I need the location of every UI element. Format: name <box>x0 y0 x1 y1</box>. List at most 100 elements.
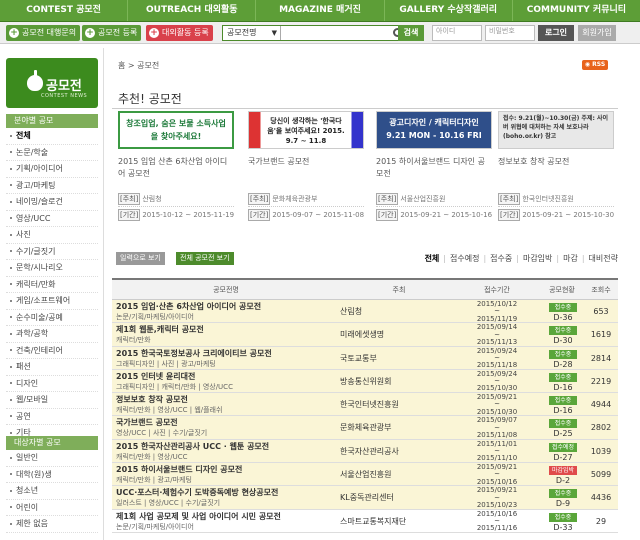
sidebar-target-item[interactable]: 대학(원)생 <box>6 467 98 483</box>
table-row[interactable]: 제1회 사업 공모제 및 사업 아이디어 시민 공모전 논문/기획/마케팅/아이디… <box>112 509 618 533</box>
outreach-register-button[interactable]: + 대외활동 등록 <box>146 25 213 41</box>
separator: | <box>581 254 585 263</box>
card-title[interactable]: 2015 입업 산촌 6차산업 아이디어 공모전 <box>118 156 234 180</box>
sidebar-category-item[interactable]: 순수미술/공예 <box>6 310 98 326</box>
search-category-select[interactable]: 공모전명 ▼ <box>223 26 281 40</box>
id-field[interactable]: 아이디 <box>432 25 482 41</box>
card-title[interactable]: 정보보호 창작 공모전 <box>498 156 614 168</box>
col-name: 공모전명 <box>213 286 239 294</box>
bullet-icon <box>10 200 12 203</box>
filter-tab[interactable]: 마감 <box>563 254 578 263</box>
page-title: 추천! 공모전 <box>118 92 182 106</box>
sidebar-category-item[interactable]: 영상/UCC <box>6 211 98 227</box>
nav-outreach[interactable]: OUTREACH 대외활동 <box>128 0 257 21</box>
contest-title[interactable]: UCC·포스터·체험수기 도박중독예방 현상공모전 <box>116 488 336 498</box>
plus-icon: + <box>9 28 19 38</box>
featured-card[interactable]: 접수: 9.21(월)~10.30(금) 주제: 사이버 위협에 대처하는 자세… <box>498 111 614 231</box>
sidebar-category-item[interactable]: 패션 <box>6 359 98 376</box>
rss-icon: ◉ <box>584 61 591 68</box>
filter-tab[interactable]: 접수예정 <box>450 254 479 263</box>
dday-count: D-9 <box>555 499 571 509</box>
status-badge: 접수중 <box>549 489 577 499</box>
table-row[interactable]: 2015 하이서울브랜드 디자인 공모전 캐릭터/만화 | 광고/마케팅 서울산업진… <box>112 463 618 487</box>
sidebar-category-item[interactable]: 건축/인테리어 <box>6 343 98 359</box>
search-input[interactable] <box>282 26 392 40</box>
sidebar-category-item[interactable]: 전체 <box>6 128 98 145</box>
contest-title[interactable]: 2015 한국국토정보공사 크리에이티브 공모전 <box>116 349 336 359</box>
sidebar-category-item[interactable]: 과학/공학 <box>6 326 98 343</box>
nav-gallery[interactable]: GALLERY 수상작갤러리 <box>385 0 513 21</box>
nav-contest[interactable]: CONTEST 공모전 <box>0 0 129 21</box>
table-row[interactable]: 제1회 웹툰,캐릭터 공모전 캐릭터/만화 미래에셋생명 2015/09/14 ~201… <box>112 323 618 347</box>
contest-register-button[interactable]: + 공모전 등록 <box>82 25 142 41</box>
password-field[interactable]: 비밀번호 <box>485 25 535 41</box>
contest-title[interactable]: 국가브랜드 공모전 <box>116 418 336 428</box>
filter-tab[interactable]: 대비전략 <box>589 254 618 263</box>
table-row[interactable]: 2015 임업·산촌 6차산업 아이디어 공모전 논문/기획/마케팅/아이디어 산림… <box>112 300 618 324</box>
view-count: 4436 <box>590 493 612 503</box>
contest-title[interactable]: 제1회 웹툰,캐릭터 공모전 <box>116 325 336 335</box>
contest-title[interactable]: 2015 하이서울브랜드 디자인 공모전 <box>116 465 336 475</box>
filter-tab[interactable]: 마감임박 <box>523 254 552 263</box>
dday-count: D-33 <box>553 522 573 532</box>
sidebar-category-item[interactable]: 공연 <box>6 409 98 425</box>
all-contests-button[interactable]: 전체 공모전 보기 <box>176 252 234 265</box>
login-button[interactable]: 로그인 <box>538 25 574 41</box>
status-badge: 마감임박 <box>549 466 577 476</box>
sidebar-target-item[interactable]: 어린이 <box>6 500 98 516</box>
nav-community[interactable]: COMMUNITY 커뮤니티 <box>513 0 640 21</box>
contest-title[interactable]: 2015 인터넷 윤리대전 <box>116 372 336 382</box>
sidebar-category-item[interactable]: 광고/마케팅 <box>6 178 98 194</box>
view-count: 1619 <box>590 330 612 340</box>
contest-inquiry-button[interactable]: + 공모전 대행문의 <box>6 25 81 41</box>
sidebar-target-item[interactable]: 청소년 <box>6 483 98 500</box>
filter-tab[interactable]: 전체 <box>425 254 440 263</box>
sidebar-category-item[interactable]: 문학/시나리오 <box>6 260 98 277</box>
card-host: 산림청 <box>142 195 162 203</box>
contest-title[interactable]: 제1회 사업 공모제 및 사업 아이디어 시민 공모전 <box>116 512 336 522</box>
sidebar-category-item[interactable]: 디자인 <box>6 376 98 392</box>
sidebar: 공모전 CONTEST NEWS 분야별 공모 전체 논문/학술 기획/아이디어 광고… <box>0 48 104 540</box>
table-row[interactable]: 정보보호 창작 공모전 캐릭터/만화 | 영상/UCC | 웹/플래쉬 한국인터넷진… <box>112 393 618 417</box>
sidebar-target-item[interactable]: 제한 없음 <box>6 516 98 533</box>
table-row[interactable]: 국가브랜드 공모전 영상/UCC | 사진 | 수기/글짓기 문화체육관광부 2015… <box>112 416 618 440</box>
card-title[interactable]: 국가브랜드 공모전 <box>248 156 364 168</box>
rss-button[interactable]: ◉ RSS <box>582 60 608 70</box>
card-period: 2015-09-07 ~ 2015-11-08 <box>272 211 365 219</box>
view-count: 653 <box>593 307 609 316</box>
table-row[interactable]: UCC·포스터·체험수기 도박중독예방 현상공모전 일러스트 | 영상/UCC |… <box>112 486 618 510</box>
sidebar-category-item[interactable]: 기획/아이디어 <box>6 161 98 178</box>
sidebar-category-item[interactable]: 게임/소프트웨어 <box>6 293 98 310</box>
featured-card[interactable]: 당신이 생각하는 '한국다움'을 보여주세요! 2015. 9.7 ~ 11.8… <box>248 111 364 231</box>
view-count: 2219 <box>590 376 612 386</box>
status-badge: 접수중 <box>549 349 577 359</box>
contest-title[interactable]: 정보보호 창작 공모전 <box>116 395 336 405</box>
filter-tab[interactable]: 접수중 <box>490 254 512 263</box>
status-badge: 접수예정 <box>549 442 577 452</box>
calendar-view-button[interactable]: 일력으로 보기 <box>116 252 165 265</box>
nav-magazine[interactable]: MAGAZINE 매거진 <box>256 0 385 21</box>
bullet-icon <box>10 398 12 401</box>
join-button[interactable]: 회원가입 <box>578 25 616 41</box>
sidebar-target-item[interactable]: 일반인 <box>6 450 98 467</box>
sidebar-category-item[interactable]: 사진 <box>6 227 98 244</box>
logo[interactable]: 공모전 CONTEST NEWS <box>6 58 98 108</box>
sidebar-category-item[interactable]: 웹/모바일 <box>6 392 98 409</box>
featured-card[interactable]: 광고디자인 / 캐릭터디자인 9.21 MON - 10.16 FRI 2015… <box>376 111 492 231</box>
sidebar-category-item[interactable]: 네이밍/슬로건 <box>6 194 98 211</box>
contest-title[interactable]: 2015 한국자산관리공사 UCC · 웹툰 공모전 <box>116 442 336 452</box>
featured-card[interactable]: 창조입업, 숨은 보물 소득사업을 찾아주세요! 2015 입업 산촌 6차산업… <box>118 111 234 231</box>
sidebar-category-item[interactable]: 논문/학술 <box>6 145 98 161</box>
card-title[interactable]: 2015 하이서울브랜드 디자인 공모전 <box>376 156 492 180</box>
search-box: 공모전명 ▼ <box>222 25 422 41</box>
sidebar-category-item[interactable]: 수기/글짓기 <box>6 244 98 260</box>
search-button[interactable]: 검색 <box>398 25 424 41</box>
contest-period: 2015/09/07 ~2015/11/08 <box>476 416 518 440</box>
table-row[interactable]: 2015 한국국토정보공사 크리에이티브 공모전 그래픽디자인 | 사진 | 광고… <box>112 346 618 370</box>
table-row[interactable]: 2015 한국자산관리공사 UCC · 웹툰 공모전 캐릭터/만화 | 영상/UC… <box>112 439 618 464</box>
bullet-icon <box>10 266 12 269</box>
dday-count: D-16 <box>553 406 573 416</box>
table-row[interactable]: 2015 인터넷 윤리대전 그래픽디자인 | 캐릭터/만화 | 영상/UCC 방송통… <box>112 369 618 394</box>
sidebar-category-item[interactable]: 캐릭터/만화 <box>6 277 98 293</box>
contest-title[interactable]: 2015 임업·산촌 6차산업 아이디어 공모전 <box>116 302 336 312</box>
